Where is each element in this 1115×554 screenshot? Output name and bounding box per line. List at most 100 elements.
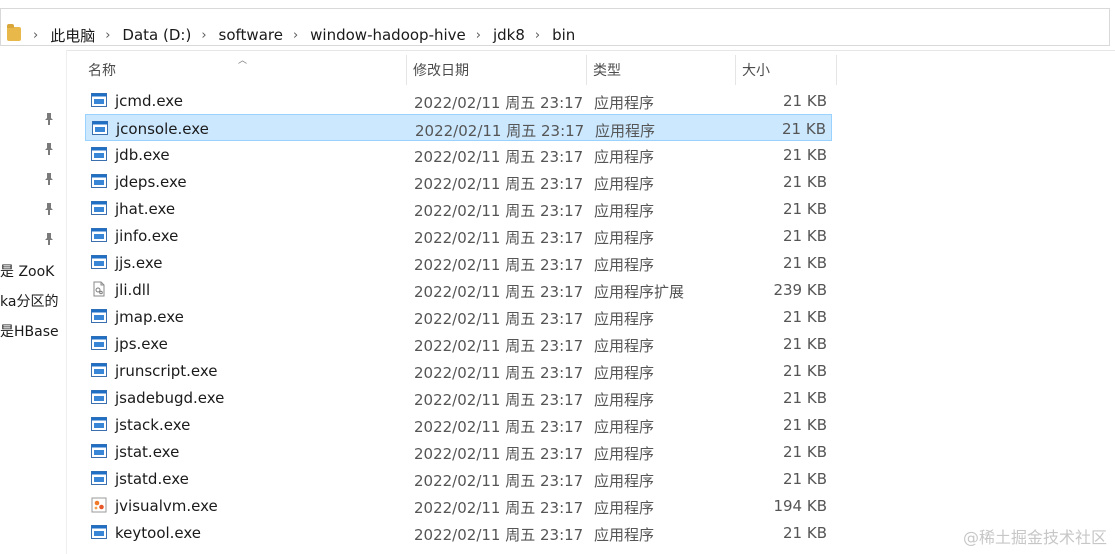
column-divider[interactable] xyxy=(836,55,837,85)
breadcrumb-item[interactable]: Data (D:) xyxy=(122,26,191,44)
file-row[interactable]: jconsole.exe 2022/02/11 周五 23:17 应用程序 21 KB xyxy=(85,114,832,141)
file-row[interactable]: jhat.exe 2022/02/11 周五 23:17 应用程序 21 KB xyxy=(85,195,832,222)
exe-icon xyxy=(92,120,108,136)
column-header-type-label: 类型 xyxy=(593,63,621,79)
file-name: jli.dll xyxy=(115,281,151,299)
file-name: jsadebugd.exe xyxy=(115,389,225,407)
file-row[interactable]: jsadebugd.exe 2022/02/11 周五 23:17 应用程序 21 K… xyxy=(85,384,832,411)
file-size: 21 KB xyxy=(783,335,827,353)
file-type: 应用程序 xyxy=(594,202,655,220)
file-date-modified: 2022/02/11 周五 23:17 xyxy=(414,526,584,544)
file-row[interactable]: jstack.exe 2022/02/11 周五 23:17 应用程序 21 KB xyxy=(85,411,832,438)
column-header-size[interactable]: 大小 xyxy=(736,55,836,85)
nav-item-quick-access[interactable]: 是HBase xyxy=(0,321,59,341)
nav-item-quick-access[interactable]: 是 ZooK xyxy=(0,261,54,281)
file-row[interactable]: jinfo.exe 2022/02/11 周五 23:17 应用程序 21 KB xyxy=(85,222,832,249)
file-row[interactable]: jrunscript.exe 2022/02/11 周五 23:17 应用程序 21 … xyxy=(85,357,832,384)
file-size: 21 KB xyxy=(783,416,827,434)
address-bar: › 此电脑 › Data (D:) › software › window-hadoop-hi… xyxy=(0,0,1115,51)
file-row[interactable]: jdb.exe 2022/02/11 周五 23:17 应用程序 21 KB xyxy=(85,141,832,168)
file-size: 21 KB xyxy=(783,443,827,461)
file-date-modified: 2022/02/11 周五 23:17 xyxy=(414,391,584,409)
file-name: jconsole.exe xyxy=(116,120,209,138)
exe-icon xyxy=(91,443,107,459)
column-header-name[interactable]: 名称 xyxy=(82,55,406,85)
exe-icon xyxy=(91,389,107,405)
file-size: 21 KB xyxy=(783,524,827,542)
file-date-modified: 2022/02/11 周五 23:17 xyxy=(414,499,584,517)
exe-icon xyxy=(91,92,107,108)
exe-icon xyxy=(91,200,107,216)
file-date-modified: 2022/02/11 周五 23:17 xyxy=(414,202,584,220)
chevron-right-icon[interactable]: › xyxy=(535,28,540,43)
file-type: 应用程序 xyxy=(594,472,655,490)
pin-icon[interactable] xyxy=(44,203,54,215)
column-header-date[interactable]: 修改日期 xyxy=(407,55,586,85)
file-size: 21 KB xyxy=(783,308,827,326)
breadcrumb-item[interactable]: jdk8 xyxy=(493,26,525,44)
chevron-right-icon[interactable]: › xyxy=(201,28,206,43)
file-name: jstat.exe xyxy=(115,443,180,461)
column-header-type[interactable]: 类型 xyxy=(587,55,735,85)
breadcrumb-item[interactable]: 此电脑 xyxy=(50,25,95,46)
chevron-right-icon[interactable]: › xyxy=(33,28,38,43)
watermark: @稀土掘金技术社区 xyxy=(962,528,1107,547)
chevron-right-icon[interactable]: › xyxy=(293,28,298,43)
exe-icon xyxy=(91,470,107,486)
exe-icon xyxy=(91,416,107,432)
file-type: 应用程序 xyxy=(594,229,655,247)
file-size: 21 KB xyxy=(783,92,827,110)
file-row[interactable]: jps.exe 2022/02/11 周五 23:17 应用程序 21 KB xyxy=(85,330,832,357)
file-size: 21 KB xyxy=(783,227,827,245)
file-size: 21 KB xyxy=(783,146,827,164)
breadcrumb[interactable]: › 此电脑 › Data (D:) › software › window-hadoop-hi… xyxy=(0,8,1110,46)
exe-icon xyxy=(91,362,107,378)
file-name: jinfo.exe xyxy=(115,227,179,245)
file-type: 应用程序 xyxy=(594,175,655,193)
file-size: 239 KB xyxy=(773,281,827,299)
file-row[interactable]: jmap.exe 2022/02/11 周五 23:17 应用程序 21 KB xyxy=(85,303,832,330)
breadcrumb-item[interactable]: bin xyxy=(552,26,575,44)
file-name: jstatd.exe xyxy=(115,470,189,488)
file-row[interactable]: jstat.exe 2022/02/11 周五 23:17 应用程序 21 KB xyxy=(85,438,832,465)
file-row[interactable]: keytool.exe 2022/02/11 周五 23:17 应用程序 21 KB xyxy=(85,519,832,546)
pin-icon[interactable] xyxy=(44,233,54,245)
file-type: 应用程序 xyxy=(594,391,655,409)
file-name: jcmd.exe xyxy=(115,92,183,110)
file-row[interactable]: jvisualvm.exe 2022/02/11 周五 23:17 应用程序 194 … xyxy=(85,492,832,519)
file-name: jjs.exe xyxy=(115,254,163,272)
chevron-right-icon[interactable]: › xyxy=(476,28,481,43)
file-date-modified: 2022/02/11 周五 23:17 xyxy=(414,175,584,193)
breadcrumb-item[interactable]: software xyxy=(219,26,283,44)
jvisualvm-icon xyxy=(91,497,107,513)
exe-icon xyxy=(91,308,107,324)
file-date-modified: 2022/02/11 周五 23:17 xyxy=(414,337,584,355)
file-size: 21 KB xyxy=(783,254,827,272)
navigation-pane[interactable]: 是 ZooK ka分区的 是HBase xyxy=(0,50,67,554)
breadcrumb-item[interactable]: window-hadoop-hive xyxy=(310,26,466,44)
file-name: jdb.exe xyxy=(115,146,170,164)
file-size: 21 KB xyxy=(782,120,826,138)
file-row[interactable]: jcmd.exe 2022/02/11 周五 23:17 应用程序 21 KB xyxy=(85,87,832,114)
file-date-modified: 2022/02/11 周五 23:17 xyxy=(414,94,584,112)
file-row[interactable]: jdeps.exe 2022/02/11 周五 23:17 应用程序 21 KB xyxy=(85,168,832,195)
file-size: 194 KB xyxy=(773,497,827,515)
column-header-size-label: 大小 xyxy=(742,63,770,79)
file-row[interactable]: jjs.exe 2022/02/11 周五 23:17 应用程序 21 KB xyxy=(85,249,832,276)
pin-icon[interactable] xyxy=(44,143,54,155)
file-type: 应用程序 xyxy=(594,94,655,112)
pin-icon[interactable] xyxy=(44,113,54,125)
column-header-name-label: 名称 xyxy=(88,63,116,79)
file-row[interactable]: jli.dll 2022/02/11 周五 23:17 应用程序扩展 239 KB xyxy=(85,276,832,303)
file-type: 应用程序 xyxy=(594,148,655,166)
file-name: keytool.exe xyxy=(115,524,202,542)
file-date-modified: 2022/02/11 周五 23:17 xyxy=(414,445,584,463)
nav-item-quick-access[interactable]: ka分区的 xyxy=(0,291,58,311)
file-row[interactable]: jstatd.exe 2022/02/11 周五 23:17 应用程序 21 KB xyxy=(85,465,832,492)
file-date-modified: 2022/02/11 周五 23:17 xyxy=(414,472,584,490)
file-type: 应用程序 xyxy=(594,418,655,436)
file-date-modified: 2022/02/11 周五 23:17 xyxy=(414,310,584,328)
file-type: 应用程序 xyxy=(594,337,655,355)
chevron-right-icon[interactable]: › xyxy=(105,28,110,43)
pin-icon[interactable] xyxy=(44,173,54,185)
